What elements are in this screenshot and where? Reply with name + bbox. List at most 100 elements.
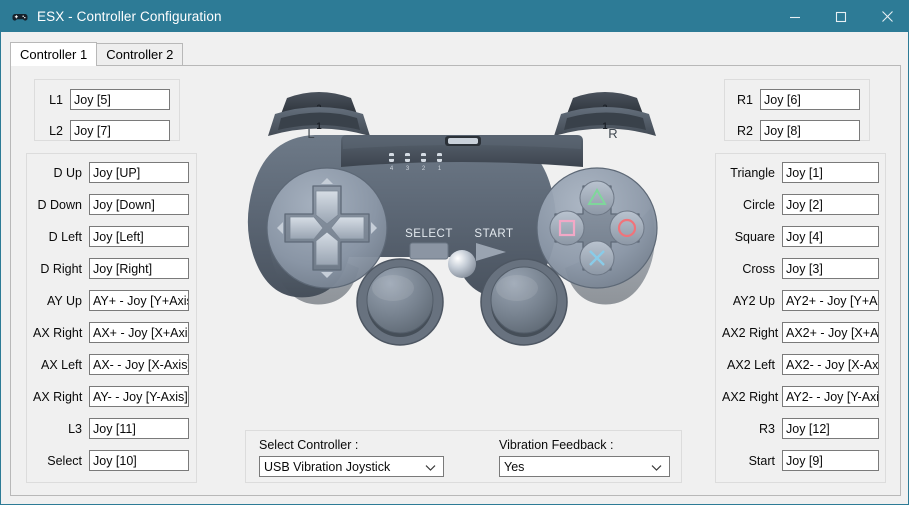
svg-text:1: 1 [316,121,322,132]
select-controller-label: Select Controller : [259,438,359,452]
binding-label: Square [734,229,775,244]
minimize-button[interactable] [772,1,818,32]
binding-field-cross[interactable]: Joy [3] [782,258,879,279]
binding-label: R2 [737,123,753,138]
binding-row: R2 Joy [8] [734,120,860,141]
binding-label: Cross [742,261,775,276]
binding-field-ax-left[interactable]: AX- - Joy [X-Axis] [89,354,189,375]
binding-row: D Down Joy [Down] [33,194,189,215]
controller-illustration: 2 1 2 1 [217,80,707,360]
binding-field-d-right[interactable]: Joy [Right] [89,258,189,279]
title-bar: ESX - Controller Configuration [1,1,908,32]
binding-field-ay-up[interactable]: AY+ - Joy [Y+Axis] [89,290,189,311]
tab-strip: Controller 1 Controller 2 [10,42,901,66]
binding-label: R1 [737,92,753,107]
binding-label: AX Right [33,325,83,340]
binding-label: AX Left [41,357,82,372]
binding-field-r2[interactable]: Joy [8] [760,120,860,141]
binding-field-r1[interactable]: Joy [6] [760,89,860,110]
gamepad-icon [11,8,29,26]
binding-row: AY2 Up AY2+ - Joy [Y+Axis] [722,290,879,311]
left-bindings-group: D Up Joy [UP] D Down Joy [Down] D Left J… [26,153,197,483]
binding-label: R3 [759,421,775,436]
binding-row: AX Right AX+ - Joy [X+Axis] [33,322,189,343]
binding-field-l3[interactable]: Joy [11] [89,418,189,439]
maximize-button[interactable] [818,1,864,32]
binding-label: AX2 Right [722,325,779,340]
svg-text:R: R [608,126,617,141]
binding-label: L3 [68,421,82,436]
binding-label: Start [748,453,775,468]
binding-field-r3[interactable]: Joy [12] [782,418,879,439]
binding-field-ax-right[interactable]: AX+ - Joy [X+Axis] [89,322,189,343]
binding-label: Triangle [730,165,775,180]
svg-text:START: START [474,228,513,240]
binding-row: R3 Joy [12] [722,418,879,439]
binding-row: Circle Joy [2] [722,194,879,215]
binding-row: AX2 Right AY2- - Joy [Y-Axis] [722,386,879,407]
chevron-down-icon [651,457,662,478]
binding-label: D Up [53,165,82,180]
binding-field-d-up[interactable]: Joy [UP] [89,162,189,183]
binding-row: Triangle Joy [1] [722,162,879,183]
tab-label: Controller 1 [20,47,88,62]
binding-row: Start Joy [9] [722,450,879,471]
binding-label: L2 [49,123,63,138]
app-window: ESX - Controller Configuration Controlle… [0,0,909,505]
binding-row: AX2 Left AX2- - Joy [X-Axis] [722,354,879,375]
binding-field-d-down[interactable]: Joy [Down] [89,194,189,215]
binding-row: D Up Joy [UP] [33,162,189,183]
vibration-feedback-value: Yes [504,459,525,474]
binding-row: L2 Joy [7] [44,120,170,141]
svg-text:SELECT: SELECT [405,228,453,240]
select-controller-value: USB Vibration Joystick [264,459,391,474]
binding-field-l2[interactable]: Joy [7] [70,120,170,141]
chevron-down-icon [425,457,436,478]
window-title: ESX - Controller Configuration [37,9,222,24]
binding-field-l1[interactable]: Joy [5] [70,89,170,110]
right-bindings-group: Triangle Joy [1] Circle Joy [2] Square J… [715,153,886,483]
binding-row: L3 Joy [11] [33,418,189,439]
binding-row: L1 Joy [5] [44,89,170,110]
binding-field-square[interactable]: Joy [4] [782,226,879,247]
binding-row: Select Joy [10] [33,450,189,471]
right-shoulder-group: R1 Joy [6] R2 Joy [8] [724,79,870,141]
binding-label: AY Up [47,293,82,308]
binding-row: AX Right AY- - Joy [Y-Axis] [33,386,189,407]
binding-field-circle[interactable]: Joy [2] [782,194,879,215]
binding-row: D Right Joy [Right] [33,258,189,279]
binding-row: Cross Joy [3] [722,258,879,279]
tab-controller-2[interactable]: Controller 2 [96,43,184,65]
binding-field-d-left[interactable]: Joy [Left] [89,226,189,247]
binding-row: AX2 Right AX2+ - Joy [X+Axis] [722,322,879,343]
binding-label: D Right [40,261,82,276]
binding-label: Circle [743,197,775,212]
left-shoulder-group: L1 Joy [5] L2 Joy [7] [34,79,180,141]
tab-page-controller-1: L1 Joy [5] L2 Joy [7] D Up Joy [UP] D Do… [10,66,901,496]
binding-label: D Left [48,229,82,244]
binding-label: AX Right [33,389,83,404]
binding-field-select[interactable]: Joy [10] [89,450,189,471]
tab-controller-1[interactable]: Controller 1 [10,42,98,66]
vibration-feedback-dropdown[interactable]: Yes [499,456,670,477]
close-button[interactable] [864,1,908,32]
binding-field-ay2-down[interactable]: AY2- - Joy [Y-Axis] [782,386,879,407]
binding-field-triangle[interactable]: Joy [1] [782,162,879,183]
binding-label: Select [47,453,82,468]
vibration-feedback-label: Vibration Feedback : [499,438,614,452]
binding-row: AX Left AX- - Joy [X-Axis] [33,354,189,375]
window-buttons [772,1,908,32]
binding-field-ay2-up[interactable]: AY2+ - Joy [Y+Axis] [782,290,879,311]
binding-label: L1 [49,92,63,107]
binding-label: AY2 Up [732,293,775,308]
binding-row: AY Up AY+ - Joy [Y+Axis] [33,290,189,311]
binding-row: Square Joy [4] [722,226,879,247]
binding-label: D Down [37,197,82,212]
binding-field-ay-down[interactable]: AY- - Joy [Y-Axis] [89,386,189,407]
binding-field-ax2-left[interactable]: AX2- - Joy [X-Axis] [782,354,879,375]
binding-row: D Left Joy [Left] [33,226,189,247]
select-controller-dropdown[interactable]: USB Vibration Joystick [259,456,444,477]
binding-field-start[interactable]: Joy [9] [782,450,879,471]
binding-label: AX2 Left [727,357,775,372]
binding-field-ax2-right[interactable]: AX2+ - Joy [X+Axis] [782,322,879,343]
